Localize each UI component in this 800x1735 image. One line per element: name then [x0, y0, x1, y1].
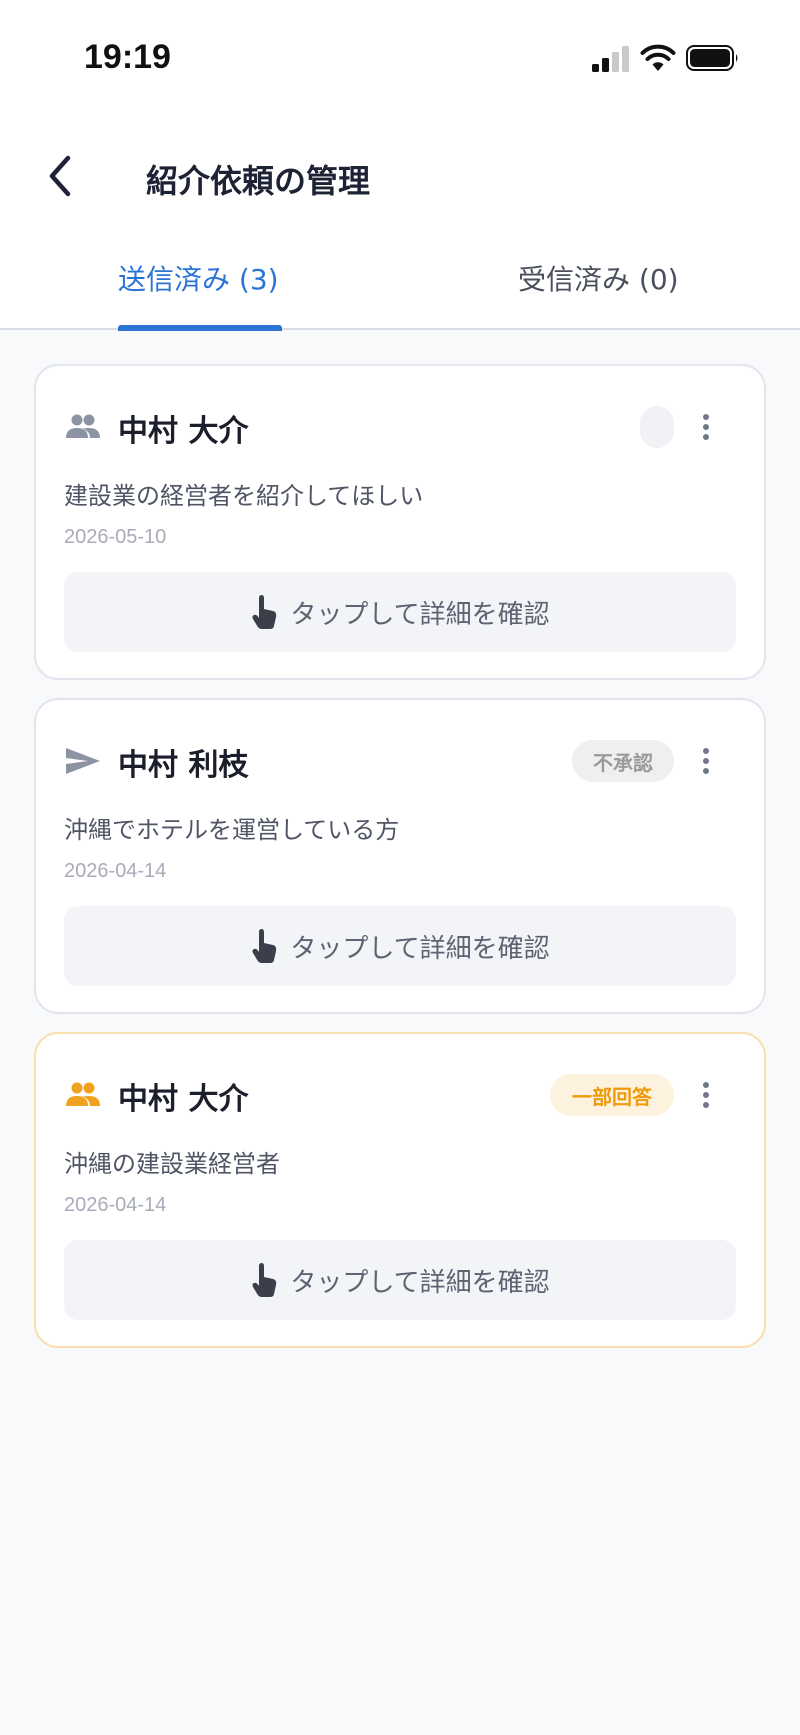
tab-received[interactable]: 受信済み (0)	[518, 258, 679, 298]
request-date: 2026-04-14	[64, 1194, 167, 1216]
request-date: 2026-04-14	[64, 860, 167, 882]
chevron-left-icon	[49, 155, 71, 197]
request-description: 沖縄の建設業経営者	[64, 1150, 280, 1178]
more-vertical-icon	[703, 1082, 709, 1108]
view-details-label: タップして詳細を確認	[290, 599, 550, 630]
status-badge: 一部回答	[550, 1074, 674, 1116]
status-badge	[640, 406, 674, 448]
view-details-button[interactable]: タップして詳細を確認	[64, 906, 736, 986]
send-icon	[66, 748, 100, 774]
request-date: 2026-05-10	[64, 526, 167, 548]
view-details-button[interactable]: タップして詳細を確認	[64, 572, 736, 652]
people-icon	[66, 414, 100, 438]
tab-sent[interactable]: 送信済み (3)	[118, 258, 279, 298]
requester-name: 中村 利枝	[118, 748, 249, 783]
app-header: 紹介依頼の管理 送信済み (3) 受信済み (0)	[0, 118, 800, 331]
more-options-button[interactable]	[686, 1074, 726, 1116]
cellular-signal-icon	[592, 46, 629, 72]
requester-name: 中村 大介	[118, 1082, 249, 1117]
active-tab-indicator	[118, 325, 282, 331]
request-card[interactable]: 中村 大介 一部回答 沖縄の建設業経営者 2026-04-14 タップして詳細を…	[34, 1032, 766, 1348]
request-card[interactable]: 中村 利枝 不承認 沖縄でホテルを運営している方 2026-04-14 タップし…	[34, 698, 766, 1014]
view-details-button[interactable]: タップして詳細を確認	[64, 1240, 736, 1320]
battery-icon	[686, 45, 738, 71]
tap-hand-icon	[252, 595, 277, 629]
more-options-button[interactable]	[686, 740, 726, 782]
people-icon	[66, 1082, 100, 1106]
tap-hand-icon	[252, 929, 277, 963]
status-badge: 不承認	[572, 740, 674, 782]
requester-name: 中村 大介	[118, 414, 249, 449]
more-vertical-icon	[703, 748, 709, 774]
more-vertical-icon	[703, 414, 709, 440]
status-time: 19:19	[84, 38, 171, 76]
tap-hand-icon	[252, 1263, 277, 1297]
more-options-button[interactable]	[686, 406, 726, 448]
page-title: 紹介依頼の管理	[146, 162, 371, 200]
view-details-label: タップして詳細を確認	[290, 933, 550, 964]
back-button[interactable]	[36, 148, 84, 204]
wifi-icon	[640, 44, 676, 71]
view-details-label: タップして詳細を確認	[290, 1267, 550, 1298]
request-card[interactable]: 中村 大介 建設業の経営者を紹介してほしい 2026-05-10 タップして詳細…	[34, 364, 766, 680]
status-bar: 19:19	[0, 0, 800, 118]
request-description: 沖縄でホテルを運営している方	[64, 816, 400, 844]
request-description: 建設業の経営者を紹介してほしい	[64, 482, 424, 510]
screen: 19:19 紹介依頼の管理 送信済み (3) 受信済み (0) 中村 大介 建設…	[0, 0, 800, 1735]
